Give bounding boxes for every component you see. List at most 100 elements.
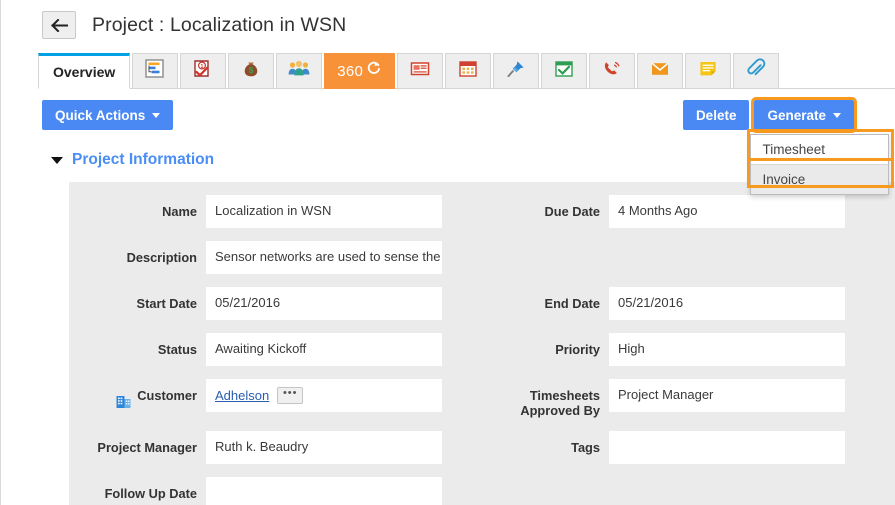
form-row-description: Description Sensor networks are used to … [69,241,895,274]
team-people-icon [287,58,311,84]
page-title: Project : Localization in WSN [92,13,347,36]
tab-news[interactable] [397,53,444,89]
calendar-check-icon [553,58,575,84]
money-bag-icon: $ [240,58,262,84]
field-description: Description Sensor networks are used to … [69,241,442,274]
field-tags-input[interactable] [609,431,845,464]
delete-label: Delete [695,107,737,123]
refresh-360-icon [365,60,382,82]
field-due-date-input[interactable]: 4 Months Ago [609,195,845,228]
field-tags: Tags [477,431,895,464]
tab-notes[interactable] [685,53,732,89]
tab-bar: Overview 1 $ 360 [38,53,895,89]
tab-emails[interactable] [637,53,684,89]
field-name: Name Localization in WSN [69,195,477,228]
field-customer-label: Customer [137,388,197,403]
project-information-form: Name Localization in WSN Due Date 4 Mont… [69,182,895,505]
pushpin-icon [505,58,527,84]
tab-tasks[interactable]: 1 [180,53,227,89]
field-tags-label: Tags [571,440,600,455]
calendar-icon [457,58,479,84]
tab-overview-label: Overview [53,64,116,80]
right-action-group: Delete Generate Timesheet Invoice [682,97,895,195]
tab-expenses[interactable]: $ [228,53,275,89]
tab-approvals[interactable] [541,53,588,89]
building-icon [116,395,131,412]
newspaper-icon [409,58,431,84]
tab-360[interactable]: 360 [324,53,396,89]
menu-item-invoice-label: Invoice [762,172,806,187]
field-follow-up-date-input[interactable] [206,477,442,505]
field-project-manager-label: Project Manager [97,440,197,455]
field-end-date: End Date 05/21/2016 [477,287,895,320]
tab-calendar[interactable] [445,53,492,89]
field-follow-up-date: Follow Up Date [69,477,477,505]
envelope-icon [649,58,671,84]
phone-ringing-icon [601,58,623,84]
form-row-customer-approver: Customer Adhelson ••• Timesheets Approve… [69,379,895,418]
tab-calls[interactable] [589,53,636,89]
customer-link[interactable]: Adhelson [215,388,269,403]
form-row-pm-tags: Project Manager Ruth k. Beaudry Tags [69,431,895,464]
project-overview-page: Project : Localization in WSN Overview 1… [0,0,895,505]
tab-overview[interactable]: Overview [38,53,131,89]
field-due-date: Due Date 4 Months Ago [477,195,895,228]
field-timesheets-approved-by-label: Timesheets Approved By [520,388,600,418]
field-name-input[interactable]: Localization in WSN [206,195,442,228]
field-end-date-input[interactable]: 05/21/2016 [609,287,845,320]
field-customer-input[interactable]: Adhelson ••• [206,379,442,412]
field-end-date-label: End Date [544,296,600,311]
field-timesheets-approved-by-input[interactable]: Project Manager [609,379,845,412]
task-checklist-icon: 1 [192,58,214,84]
generate-dropdown-menu: Timesheet Invoice [750,134,890,195]
form-row-status-priority: Status Awaiting Kickoff Priority High [69,333,895,366]
back-button[interactable] [42,11,76,39]
tab-360-label: 360 [337,62,364,80]
field-customer: Customer Adhelson ••• [69,379,477,412]
field-start-date: Start Date 05/21/2016 [69,287,477,320]
quick-actions-button[interactable]: Quick Actions [42,100,174,130]
field-priority-label: Priority [555,342,600,357]
tab-team[interactable] [276,53,323,89]
field-priority: Priority High [477,333,895,366]
field-customer-label-group: Customer [69,379,197,412]
form-row-start-end: Start Date 05/21/2016 End Date 05/21/201… [69,287,895,320]
field-status: Status Awaiting Kickoff [69,333,477,366]
tab-attachments[interactable] [733,53,780,89]
svg-text:1: 1 [201,64,204,70]
menu-item-timesheet-label: Timesheet [762,142,825,157]
page-header: Project : Localization in WSN [1,0,895,47]
field-description-input[interactable]: Sensor networks are used to sense the en… [206,241,442,274]
chevron-down-icon [833,112,841,118]
chevron-down-icon [51,156,63,164]
field-start-date-input[interactable]: 05/21/2016 [206,287,442,320]
field-description-label: Description [126,250,197,265]
back-arrow-icon [50,18,68,32]
svg-text:$: $ [249,65,254,75]
field-priority-input[interactable]: High [609,333,845,366]
field-follow-up-date-label: Follow Up Date [104,486,197,501]
project-information-section-header[interactable]: Project Information [51,151,214,169]
tab-gantt[interactable] [132,53,179,89]
gantt-chart-icon [144,58,166,84]
generate-menu-wrapper: Generate Timesheet Invoice [747,97,895,195]
form-row-name-duedate: Name Localization in WSN Due Date 4 Mont… [69,195,895,228]
paperclip-icon [745,58,767,84]
action-toolbar: Quick Actions Delete Generate Timesheet … [42,97,895,195]
form-row-followup: Follow Up Date [69,477,895,505]
field-project-manager-input[interactable]: Ruth k. Beaudry [206,431,442,464]
customer-more-button[interactable]: ••• [277,387,304,404]
field-start-date-label: Start Date [136,296,197,311]
chevron-down-icon [152,112,161,118]
menu-item-invoice[interactable]: Invoice [751,164,889,194]
quick-actions-label: Quick Actions [55,107,146,123]
delete-button[interactable]: Delete [682,100,750,130]
tab-pinned[interactable] [493,53,540,89]
generate-label: Generate [767,107,826,123]
generate-button[interactable]: Generate [751,97,857,133]
field-status-input[interactable]: Awaiting Kickoff [206,333,442,366]
field-due-date-label: Due Date [544,204,600,219]
sticky-note-icon [697,58,719,84]
menu-item-timesheet[interactable]: Timesheet [751,135,889,164]
field-timesheets-approved-by: Timesheets Approved By Project Manager [477,379,895,418]
